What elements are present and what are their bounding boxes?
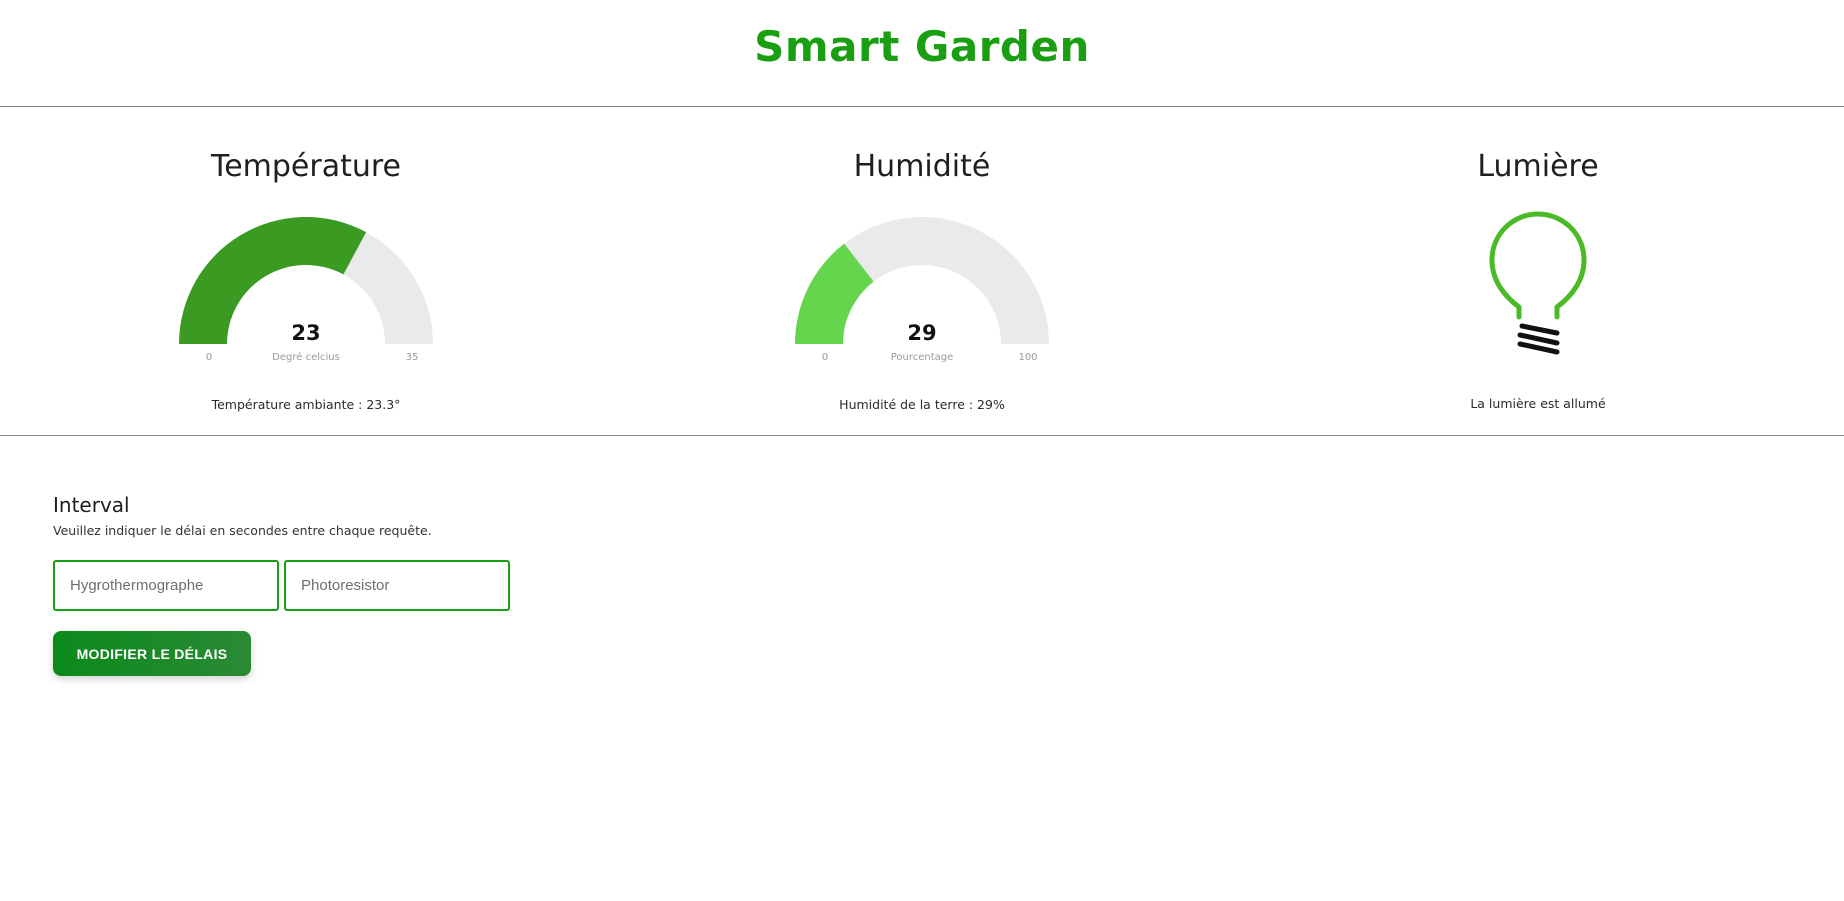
- humidity-title: Humidité: [853, 149, 991, 184]
- page-header: Smart Garden: [0, 0, 1844, 107]
- hygrothermograph-input[interactable]: [53, 560, 279, 611]
- temperature-min: 0: [205, 352, 213, 363]
- interval-inputs: [53, 560, 523, 611]
- humidity-min: 0: [821, 352, 829, 363]
- humidity-value: 29: [907, 321, 937, 345]
- modify-delay-button[interactable]: MODIFIER LE DÉLAIS: [53, 631, 251, 676]
- humidity-unit: Pourcentage: [890, 352, 954, 363]
- sensor-panel: Température 23 Degré celcius 0 35 Tempér…: [0, 107, 1844, 436]
- light-bulb-base-line-2: [1517, 332, 1560, 346]
- temperature-title: Température: [210, 149, 402, 184]
- light-bulb-icon: [1489, 211, 1587, 355]
- interval-section: Interval Veuillez indiquer le délai en s…: [53, 493, 432, 538]
- temperature-caption: Température ambiante : 23.3°: [211, 397, 401, 412]
- temperature-unit: Degré celcius: [272, 352, 340, 363]
- photoresistor-input[interactable]: [284, 560, 510, 611]
- humidity-caption: Humidité de la terre : 29%: [839, 397, 1005, 412]
- light-caption: La lumière est allumé: [1470, 396, 1606, 411]
- interval-title: Interval: [53, 493, 130, 517]
- app-title: Smart Garden: [754, 22, 1090, 71]
- light-title: Lumière: [1477, 149, 1599, 184]
- light-card: Lumière La lumière est allumé: [1338, 107, 1738, 435]
- light-bulb-base-line-1: [1519, 323, 1560, 336]
- temperature-max: 35: [405, 352, 419, 363]
- humidity-max: 100: [1018, 352, 1038, 363]
- light-bulb-glass: [1489, 211, 1587, 320]
- humidity-card: Humidité 29 Pourcentage 0 100 Humidité d…: [722, 107, 1122, 435]
- light-bulb-base-line-3: [1517, 341, 1560, 355]
- interval-help-text: Veuillez indiquer le délai en secondes e…: [53, 523, 432, 538]
- temperature-value: 23: [291, 321, 321, 345]
- temperature-card: Température 23 Degré celcius 0 35 Tempér…: [106, 107, 506, 435]
